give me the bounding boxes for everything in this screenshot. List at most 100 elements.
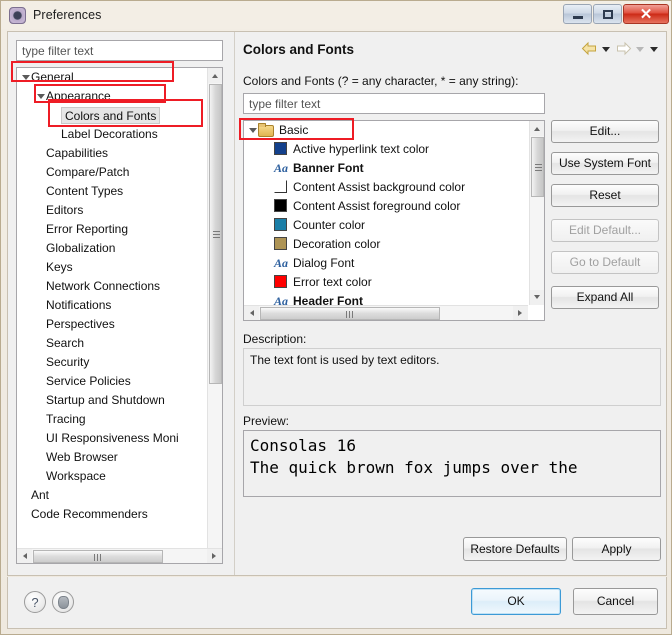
sidebar-item-web-browser[interactable]: Web Browser — [17, 448, 208, 467]
shell-info-icon[interactable] — [52, 591, 74, 613]
left-tree-horizontal-scrollbar[interactable] — [17, 548, 222, 563]
colors-fonts-item[interactable]: Active hyperlink text color — [244, 140, 528, 159]
help-question-icon[interactable]: ? — [24, 591, 46, 613]
sidebar-item-label: Code Recommenders — [31, 507, 148, 521]
sidebar-item-label: Capabilities — [46, 146, 109, 160]
ok-button[interactable]: OK — [471, 588, 561, 615]
sidebar-item-label: Perspectives — [46, 317, 115, 331]
sidebar-item-search[interactable]: Search — [17, 334, 208, 353]
colors-fonts-item-label: Counter color — [293, 218, 366, 232]
sidebar-item-workspace[interactable]: Workspace — [17, 467, 208, 486]
left-filter-input[interactable]: type filter text — [16, 40, 223, 61]
colors-fonts-scroll-thumb[interactable] — [531, 137, 544, 197]
colors-fonts-item[interactable]: Counter color — [244, 216, 528, 235]
sidebar-item-notifications[interactable]: Notifications — [17, 296, 208, 315]
colors-fonts-item-label: Decoration color — [293, 237, 381, 251]
sidebar-item-globalization[interactable]: Globalization — [17, 239, 208, 258]
back-arrow-icon[interactable] — [581, 41, 598, 56]
colors-fonts-hscroll-thumb[interactable] — [260, 307, 440, 320]
restore-defaults-button[interactable]: Restore Defaults — [463, 537, 567, 561]
back-history-chevron-down-icon[interactable] — [601, 42, 612, 56]
scroll-right-arrow-icon[interactable] — [513, 306, 528, 320]
filter-caption: Colors and Fonts (? = any character, * =… — [243, 74, 519, 88]
collapsed-arrow-icon[interactable] — [36, 391, 46, 410]
colors-fonts-item[interactable]: Error text color — [244, 273, 528, 292]
collapsed-arrow-icon[interactable] — [21, 505, 31, 524]
scroll-left-arrow-icon[interactable] — [17, 549, 32, 563]
expand-all-button[interactable]: Expand All — [551, 286, 659, 309]
sidebar-item-general[interactable]: General — [17, 68, 208, 87]
use-system-font-button[interactable]: Use System Font — [551, 152, 659, 175]
colors-fonts-item[interactable]: Aa Banner Font — [244, 159, 528, 178]
colors-fonts-item[interactable]: Content Assist foreground color — [244, 197, 528, 216]
colors-fonts-vertical-scrollbar[interactable] — [529, 121, 544, 305]
collapsed-arrow-icon[interactable] — [36, 277, 46, 296]
edit-button[interactable]: Edit... — [551, 120, 659, 143]
colors-fonts-filter-input[interactable]: type filter text — [243, 93, 545, 114]
colors-fonts-item[interactable]: Decoration color — [244, 235, 528, 254]
left-tree-vertical-scrollbar[interactable] — [207, 68, 222, 563]
sidebar-item-tracing[interactable]: Tracing — [17, 410, 208, 429]
sidebar-item-content-types[interactable]: Content Types — [17, 182, 208, 201]
go-to-default-button: Go to Default — [551, 251, 659, 274]
sidebar-item-perspectives[interactable]: Perspectives — [17, 315, 208, 334]
sidebar-item-label: Search — [46, 336, 85, 350]
colors-fonts-horizontal-scrollbar[interactable] — [244, 305, 528, 320]
sidebar-item-editors[interactable]: Editors — [17, 201, 208, 220]
sidebar-item-startup-and-shutdown[interactable]: Startup and Shutdown — [17, 391, 208, 410]
cancel-button[interactable]: Cancel — [573, 588, 658, 615]
scroll-up-arrow-icon[interactable] — [530, 121, 544, 136]
scroll-right-arrow-icon[interactable] — [207, 549, 222, 563]
expanded-arrow-icon[interactable] — [36, 87, 46, 106]
sidebar-item-label: Service Policies — [46, 374, 131, 388]
sidebar-item-label: Globalization — [46, 241, 116, 255]
collapsed-arrow-icon[interactable] — [21, 486, 31, 505]
colors-and-fonts-page: Colors and Fonts Colors and Fonts (? = a… — [234, 32, 666, 575]
scroll-down-arrow-icon[interactable] — [530, 290, 544, 305]
sidebar-item-label: UI Responsiveness Moni — [46, 431, 179, 445]
sidebar-item-appearance[interactable]: Appearance — [17, 87, 208, 106]
minimize-button[interactable] — [563, 4, 592, 24]
colors-fonts-item[interactable]: Content Assist background color — [244, 178, 528, 197]
color-swatch — [274, 142, 287, 155]
description-box: The text font is used by text editors. — [243, 348, 661, 406]
collapsed-arrow-icon[interactable] — [36, 201, 46, 220]
expanded-arrow-icon[interactable] — [21, 68, 31, 87]
forward-history-chevron-down-icon[interactable] — [635, 42, 646, 56]
colors-fonts-item[interactable]: Basic — [244, 121, 528, 140]
colors-fonts-item[interactable]: Aa Dialog Font — [244, 254, 528, 273]
left-tree-hscroll-thumb[interactable] — [33, 550, 163, 563]
collapsed-arrow-icon[interactable] — [36, 353, 46, 372]
sidebar-item-ui-responsiveness-moni[interactable]: UI Responsiveness Moni — [17, 429, 208, 448]
sidebar-item-colors-and-fonts[interactable]: Colors and Fonts — [17, 106, 208, 125]
sidebar-item-service-policies[interactable]: Service Policies — [17, 372, 208, 391]
title-bar: Preferences ✕ — [1, 1, 671, 29]
close-button[interactable]: ✕ — [623, 4, 669, 24]
colors-fonts-item-label: Content Assist foreground color — [293, 199, 461, 213]
maximize-button[interactable] — [593, 4, 622, 24]
preferences-tree-items: General Appearance Colors and Fonts Label D… — [17, 68, 208, 546]
forward-arrow-icon[interactable] — [615, 41, 632, 56]
page-menu-chevron-down-icon[interactable] — [649, 42, 660, 56]
sidebar-item-label-decorations[interactable]: Label Decorations — [17, 125, 208, 144]
apply-button[interactable]: Apply — [572, 537, 661, 561]
scroll-up-arrow-icon[interactable] — [208, 68, 222, 83]
sidebar-item-error-reporting[interactable]: Error Reporting — [17, 220, 208, 239]
scroll-left-arrow-icon[interactable] — [244, 306, 259, 320]
sidebar-item-compare-patch[interactable]: Compare/Patch — [17, 163, 208, 182]
left-tree-scroll-thumb[interactable] — [209, 84, 222, 384]
preferences-tree[interactable]: General Appearance Colors and Fonts Label D… — [16, 67, 223, 564]
collapsed-arrow-icon[interactable] — [36, 467, 46, 486]
sidebar-item-capabilities[interactable]: Capabilities — [17, 144, 208, 163]
sidebar-item-keys[interactable]: Keys — [17, 258, 208, 277]
sidebar-item-network-connections[interactable]: Network Connections — [17, 277, 208, 296]
sidebar-item-security[interactable]: Security — [17, 353, 208, 372]
sidebar-item-label: Keys — [46, 260, 73, 274]
sidebar-item-code-recommenders[interactable]: Code Recommenders — [17, 505, 208, 524]
reset-button[interactable]: Reset — [551, 184, 659, 207]
sidebar-item-label: Appearance — [46, 89, 111, 103]
sidebar-item-ant[interactable]: Ant — [17, 486, 208, 505]
expanded-arrow-icon[interactable] — [248, 121, 258, 140]
sidebar-item-label: Ant — [31, 488, 50, 502]
colors-fonts-tree[interactable]: Basic Active hyperlink text color Aa Banner… — [243, 120, 545, 321]
